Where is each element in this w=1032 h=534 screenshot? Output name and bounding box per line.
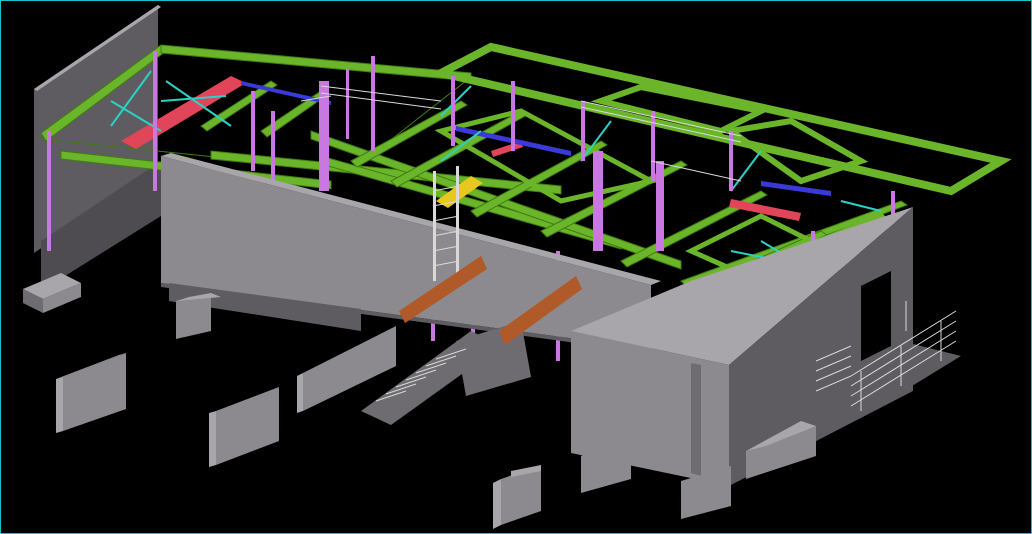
- left-wall: [34, 5, 161, 291]
- cad-3d-viewport[interactable]: [0, 0, 1032, 534]
- left-footings: [23, 273, 81, 313]
- structural-model: [23, 5, 1012, 529]
